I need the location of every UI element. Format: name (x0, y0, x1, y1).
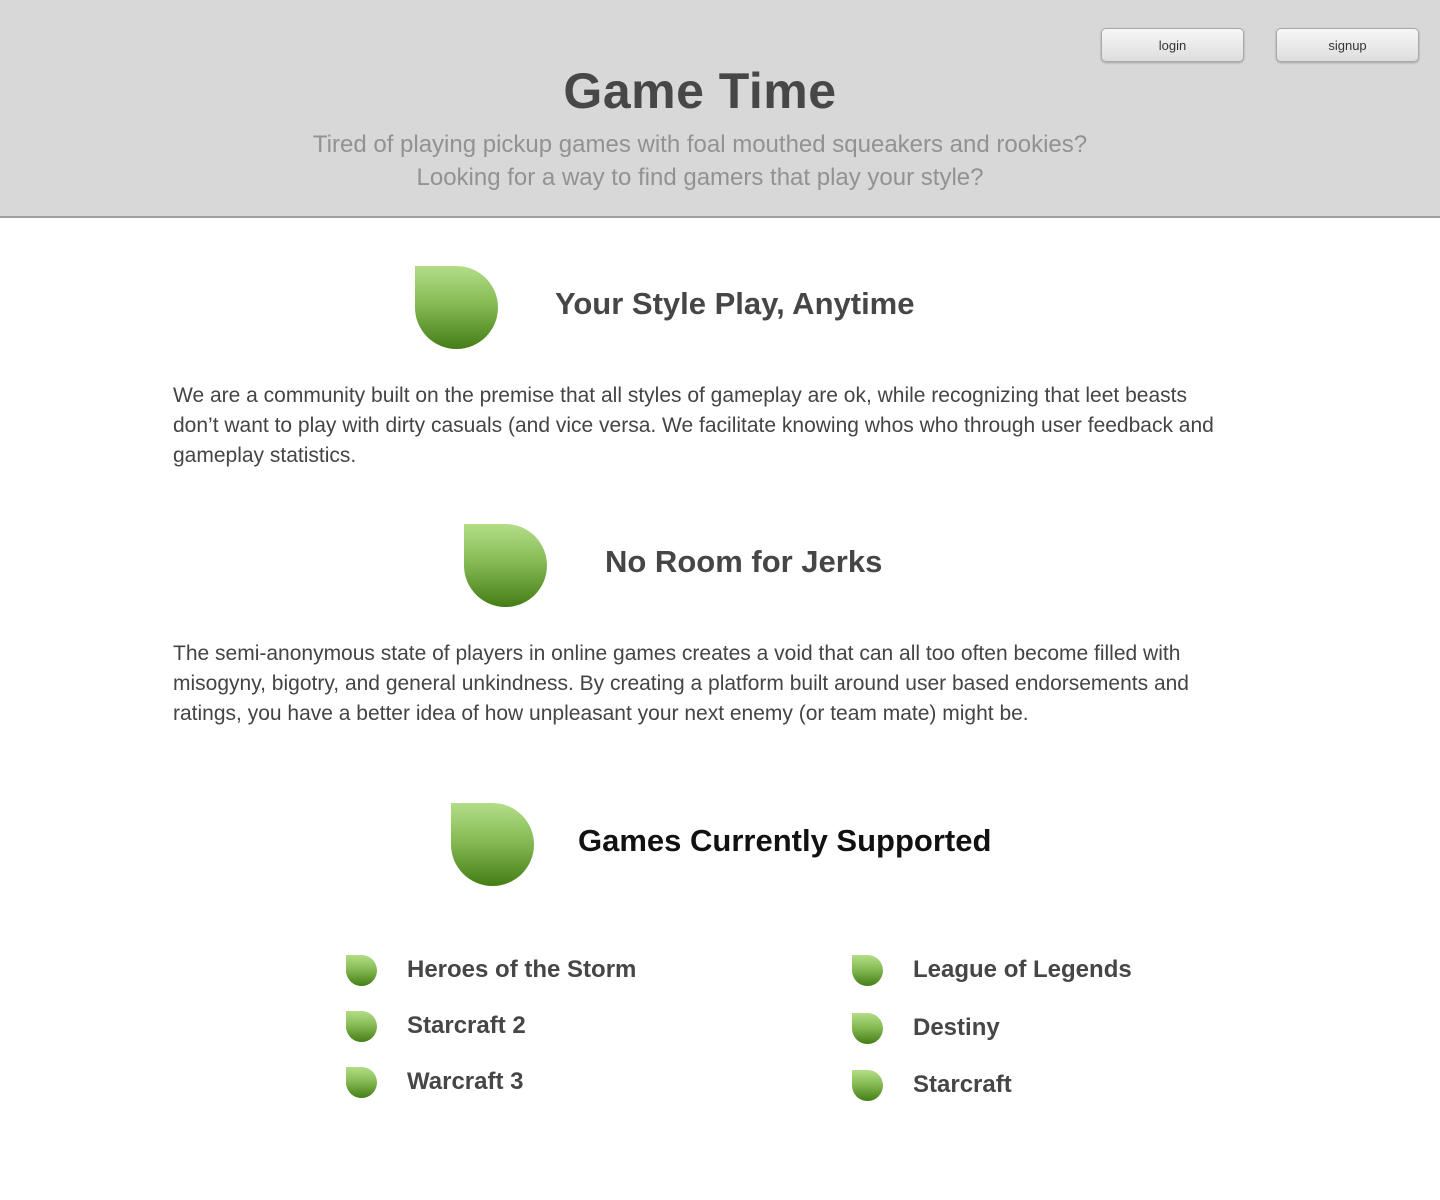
game-item-heroes-of-the-storm: Heroes of the Storm (407, 956, 637, 983)
game-item-destiny: Destiny (913, 1014, 1000, 1041)
game-item-starcraft-2: Starcraft 2 (407, 1012, 526, 1039)
game-item-starcraft: Starcraft (913, 1071, 1012, 1098)
leaf-icon (415, 266, 498, 349)
signup-button[interactable]: signup (1276, 28, 1419, 62)
leaf-bullet-icon (346, 955, 377, 986)
leaf-icon (451, 803, 534, 886)
section-title-no-jerks: No Room for Jerks (605, 544, 883, 579)
leaf-icon (464, 524, 547, 607)
tagline-line-1: Tired of playing pickup games with foal … (312, 131, 1088, 158)
section-title-style-play: Your Style Play, Anytime (555, 286, 915, 321)
login-button[interactable]: login (1101, 28, 1244, 62)
tagline-line-2: Looking for a way to find gamers that pl… (416, 164, 984, 191)
section-body-no-jerks: The semi-anonymous state of players in o… (173, 642, 1189, 725)
game-item-warcraft-3: Warcraft 3 (407, 1068, 524, 1095)
leaf-bullet-icon (852, 955, 883, 986)
leaf-bullet-icon (852, 1013, 883, 1044)
leaf-bullet-icon (852, 1070, 883, 1101)
section-body-style-play: We are a community built on the premise … (173, 384, 1214, 467)
game-item-league-of-legends: League of Legends (913, 956, 1132, 983)
site-title: Game Time (563, 63, 837, 119)
leaf-bullet-icon (346, 1067, 377, 1098)
leaf-bullet-icon (346, 1011, 377, 1042)
header: login signup Game Time Tired of playing … (0, 0, 1440, 218)
section-title-games-supported: Games Currently Supported (578, 823, 992, 858)
